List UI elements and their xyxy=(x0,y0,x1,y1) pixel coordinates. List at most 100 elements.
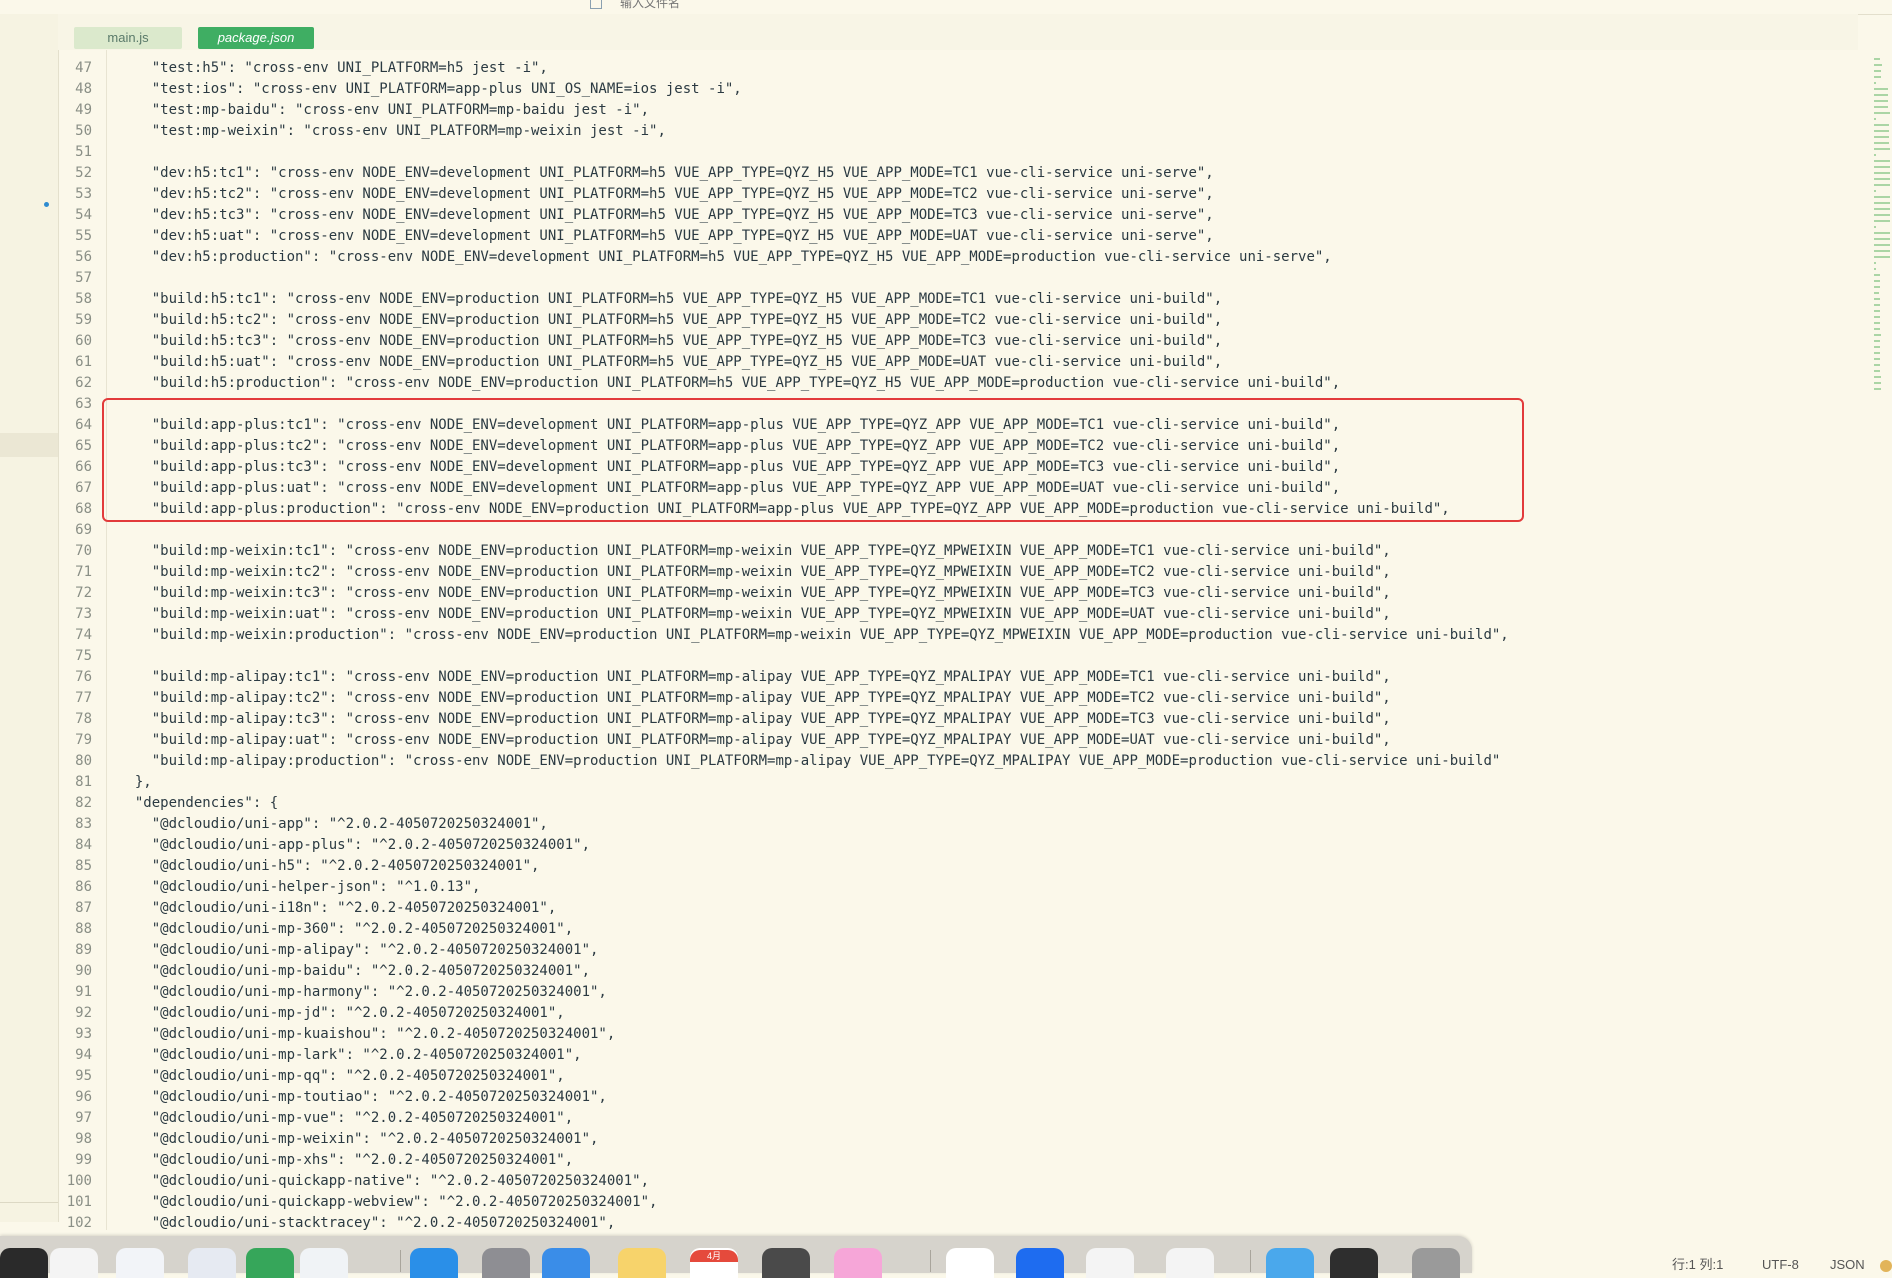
code-editor[interactable]: 47 "test:h5": "cross-env UNI_PLATFORM=h5… xyxy=(58,50,1874,1230)
line-number: 65 xyxy=(75,438,92,454)
code-line[interactable]: 76 "build:mp-alipay:tc1": "cross-env NOD… xyxy=(58,667,1391,688)
code-line[interactable]: 59 "build:h5:tc2": "cross-env NODE_ENV=p… xyxy=(58,310,1222,331)
code-line[interactable]: 58 "build:h5:tc1": "cross-env NODE_ENV=p… xyxy=(58,289,1222,310)
cat-app-icon[interactable] xyxy=(834,1248,882,1278)
calendar-icon[interactable]: 4月 xyxy=(690,1248,738,1278)
tab-main-js[interactable]: main.js xyxy=(74,27,182,49)
settings-icon[interactable] xyxy=(482,1248,530,1278)
code-line[interactable]: 48 "test:ios": "cross-env UNI_PLATFORM=a… xyxy=(58,79,742,100)
minimap-line xyxy=(1874,238,1890,240)
line-number: 91 xyxy=(75,984,92,1000)
code-text: "dependencies": { xyxy=(118,795,279,811)
minimap-line xyxy=(1874,280,1880,282)
window-icon[interactable] xyxy=(1330,1248,1378,1278)
code-text: "build:mp-weixin:tc1": "cross-env NODE_E… xyxy=(118,543,1391,559)
code-line[interactable]: 51 xyxy=(58,142,118,163)
notification-icon[interactable] xyxy=(1880,1260,1892,1272)
code-line[interactable]: 55 "dev:h5:uat": "cross-env NODE_ENV=dev… xyxy=(58,226,1214,247)
code-line[interactable]: 102 "@dcloudio/uni-stacktracey": "^2.0.2… xyxy=(58,1213,616,1230)
instruments-icon[interactable] xyxy=(1086,1248,1134,1278)
code-line[interactable]: 90 "@dcloudio/uni-mp-baidu": "^2.0.2-405… xyxy=(58,961,590,982)
code-text: "@dcloudio/uni-quickapp-webview": "^2.0.… xyxy=(118,1194,658,1210)
encoding-indicator[interactable]: UTF-8 xyxy=(1762,1256,1799,1273)
code-line[interactable]: 88 "@dcloudio/uni-mp-360": "^2.0.2-40507… xyxy=(58,919,573,940)
code-line[interactable]: 72 "build:mp-weixin:tc3": "cross-env NOD… xyxy=(58,583,1391,604)
code-text: "build:h5:uat": "cross-env NODE_ENV=prod… xyxy=(118,354,1223,370)
code-line[interactable]: 69 xyxy=(58,520,118,541)
safari-icon[interactable] xyxy=(300,1248,348,1278)
code-text: "test:mp-weixin": "cross-env UNI_PLATFOR… xyxy=(118,123,666,139)
line-number: 72 xyxy=(75,585,92,601)
line-number: 64 xyxy=(75,417,92,433)
code-line[interactable]: 83 "@dcloudio/uni-app": "^2.0.2-40507202… xyxy=(58,814,548,835)
search-icon[interactable] xyxy=(590,0,602,9)
code-line[interactable]: 47 "test:h5": "cross-env UNI_PLATFORM=h5… xyxy=(58,58,548,79)
code-line[interactable]: 75 xyxy=(58,646,118,667)
terminal-icon[interactable] xyxy=(0,1248,48,1278)
code-line[interactable]: 81 }, xyxy=(58,772,152,793)
gamepad-icon[interactable] xyxy=(762,1248,810,1278)
code-line[interactable]: 96 "@dcloudio/uni-mp-toutiao": "^2.0.2-4… xyxy=(58,1087,607,1108)
code-line[interactable]: 84 "@dcloudio/uni-app-plus": "^2.0.2-405… xyxy=(58,835,590,856)
code-line[interactable]: 73 "build:mp-weixin:uat": "cross-env NOD… xyxy=(58,604,1391,625)
minimap-line xyxy=(1874,142,1889,144)
code-line[interactable]: 49 "test:mp-baidu": "cross-env UNI_PLATF… xyxy=(58,100,649,121)
code-line[interactable]: 82 "dependencies": { xyxy=(58,793,278,814)
h-app-icon[interactable] xyxy=(246,1248,294,1278)
code-line[interactable]: 56 "dev:h5:production": "cross-env NODE_… xyxy=(58,247,1332,268)
code-line[interactable]: 57 xyxy=(58,268,118,289)
code-line[interactable]: 98 "@dcloudio/uni-mp-weixin": "^2.0.2-40… xyxy=(58,1129,598,1150)
line-number: 94 xyxy=(75,1047,92,1063)
code-line[interactable]: 71 "build:mp-weixin:tc2": "cross-env NOD… xyxy=(58,562,1391,583)
file-search-input[interactable] xyxy=(618,0,1022,12)
textedit-icon[interactable] xyxy=(1166,1248,1214,1278)
code-line[interactable]: 101 "@dcloudio/uni-quickapp-webview": "^… xyxy=(58,1192,658,1213)
minimap-line xyxy=(1874,232,1890,234)
xcode-icon[interactable] xyxy=(542,1248,590,1278)
code-line[interactable]: 60 "build:h5:tc3": "cross-env NODE_ENV=p… xyxy=(58,331,1222,352)
code-line[interactable]: 80 "build:mp-alipay:production": "cross-… xyxy=(58,751,1500,772)
code-line[interactable]: 89 "@dcloudio/uni-mp-alipay": "^2.0.2-40… xyxy=(58,940,598,961)
code-line[interactable]: 54 "dev:h5:tc3": "cross-env NODE_ENV=dev… xyxy=(58,205,1214,226)
minimap[interactable] xyxy=(1874,58,1892,508)
code-line[interactable]: 93 "@dcloudio/uni-mp-kuaishou": "^2.0.2-… xyxy=(58,1024,615,1045)
code-line[interactable]: 97 "@dcloudio/uni-mp-vue": "^2.0.2-40507… xyxy=(58,1108,573,1129)
folder-icon[interactable] xyxy=(1266,1248,1314,1278)
code-line[interactable]: 61 "build:h5:uat": "cross-env NODE_ENV=p… xyxy=(58,352,1222,373)
trash-icon[interactable] xyxy=(1412,1248,1460,1278)
appstore-icon[interactable] xyxy=(410,1248,458,1278)
code-line[interactable]: 53 "dev:h5:tc2": "cross-env NODE_ENV=dev… xyxy=(58,184,1214,205)
cursor-position[interactable]: 行:1 列:1 xyxy=(1672,1256,1723,1273)
code-line[interactable]: 94 "@dcloudio/uni-mp-lark": "^2.0.2-4050… xyxy=(58,1045,581,1066)
code-text: "dev:h5:tc1": "cross-env NODE_ENV=develo… xyxy=(118,165,1214,181)
code-line[interactable]: 70 "build:mp-weixin:tc1": "cross-env NOD… xyxy=(58,541,1391,562)
line-number: 102 xyxy=(66,1215,92,1230)
browser-icon[interactable] xyxy=(1016,1248,1064,1278)
editor-tabs: main.js package.json xyxy=(58,14,1858,50)
code-line[interactable]: 99 "@dcloudio/uni-mp-xhs": "^2.0.2-40507… xyxy=(58,1150,573,1171)
code-line[interactable]: 86 "@dcloudio/uni-helper-json": "^1.0.13… xyxy=(58,877,480,898)
code-line[interactable]: 95 "@dcloudio/uni-mp-qq": "^2.0.2-405072… xyxy=(58,1066,565,1087)
code-line[interactable]: 52 "dev:h5:tc1": "cross-env NODE_ENV=dev… xyxy=(58,163,1214,184)
code-line[interactable]: 74 "build:mp-weixin:production": "cross-… xyxy=(58,625,1509,646)
tab-package-json[interactable]: package.json xyxy=(198,27,314,49)
minimap-line xyxy=(1874,268,1876,270)
notes-icon[interactable] xyxy=(618,1248,666,1278)
code-line[interactable]: 85 "@dcloudio/uni-h5": "^2.0.2-405072025… xyxy=(58,856,539,877)
code-line[interactable]: 77 "build:mp-alipay:tc2": "cross-env NOD… xyxy=(58,688,1391,709)
code-line[interactable]: 50 "test:mp-weixin": "cross-env UNI_PLAT… xyxy=(58,121,666,142)
code-line[interactable]: 78 "build:mp-alipay:tc3": "cross-env NOD… xyxy=(58,709,1391,730)
code-line[interactable]: 62 "build:h5:production": "cross-env NOD… xyxy=(58,373,1340,394)
wps-icon[interactable] xyxy=(946,1248,994,1278)
code-line[interactable]: 79 "build:mp-alipay:uat": "cross-env NOD… xyxy=(58,730,1391,751)
minimap-line xyxy=(1874,304,1880,306)
code-line[interactable]: 91 "@dcloudio/uni-mp-harmony": "^2.0.2-4… xyxy=(58,982,607,1003)
code-line[interactable]: 100 "@dcloudio/uni-quickapp-native": "^2… xyxy=(58,1171,649,1192)
hbuilder-icon[interactable] xyxy=(188,1248,236,1278)
vscode-icon[interactable] xyxy=(116,1248,164,1278)
code-line[interactable]: 92 "@dcloudio/uni-mp-jd": "^2.0.2-405072… xyxy=(58,1003,565,1024)
language-mode[interactable]: JSON xyxy=(1830,1256,1865,1273)
chatgpt-icon[interactable] xyxy=(50,1248,98,1278)
line-number: 86 xyxy=(75,879,92,895)
code-line[interactable]: 87 "@dcloudio/uni-i18n": "^2.0.2-4050720… xyxy=(58,898,556,919)
